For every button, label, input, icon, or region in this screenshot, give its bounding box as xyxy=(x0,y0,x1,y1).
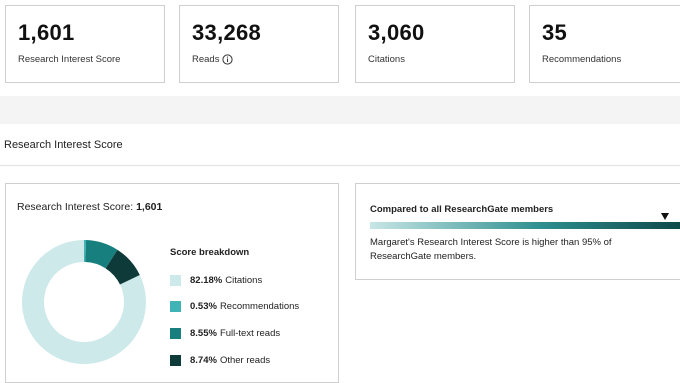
legend-swatch xyxy=(170,301,181,312)
legend-percent: 8.74% xyxy=(190,355,217,366)
stat-label-text: Recommendations xyxy=(542,54,622,65)
stat-card-recommendations: 35 Recommendations xyxy=(529,5,680,83)
score-title-prefix: Research Interest Score: xyxy=(17,201,134,213)
legend-percent: 0.53% xyxy=(190,301,217,312)
legend-percent: 82.18% xyxy=(190,275,223,286)
comparison-card: Compared to all ResearchGate members Mar… xyxy=(355,183,680,280)
divider xyxy=(0,165,680,166)
stat-value: 3,060 xyxy=(368,20,425,45)
score-breakdown-card: Research Interest Score: 1,601 Score bre… xyxy=(5,183,339,383)
section-title: Research Interest Score xyxy=(4,139,123,151)
legend-swatch xyxy=(170,328,181,339)
stat-label: Citations xyxy=(368,54,502,65)
legend-percent: 8.55% xyxy=(190,328,217,339)
legend-item-full-text-reads: 8.55% Full-text reads xyxy=(170,328,280,339)
info-icon[interactable] xyxy=(222,54,234,65)
stat-label-text: Reads xyxy=(192,54,220,65)
stat-label: Recommendations xyxy=(542,54,676,65)
stat-value: 1,601 xyxy=(18,20,75,45)
legend-item-recommendations: 0.53% Recommendations xyxy=(170,301,299,312)
percentile-marker xyxy=(660,213,669,220)
stat-card-research-interest: 1,601 Research Interest Score xyxy=(5,5,165,83)
legend-item-other-reads: 8.74% Other reads xyxy=(170,355,270,366)
comparison-title: Compared to all ResearchGate members xyxy=(370,204,554,215)
breakdown-title: Score breakdown xyxy=(170,247,250,258)
stat-card-reads: 33,268 Reads xyxy=(179,5,339,83)
stat-value: 33,268 xyxy=(192,20,262,45)
legend-label: Recommendations xyxy=(219,301,300,312)
legend-item-citations: 82.18% Citations xyxy=(170,275,262,286)
stat-label-text: Citations xyxy=(368,54,405,65)
section-separator-band xyxy=(0,96,680,124)
legend-swatch xyxy=(170,355,181,366)
stat-value: 35 xyxy=(542,20,568,45)
score-title-value: 1,601 xyxy=(136,201,163,213)
stat-label: Reads xyxy=(192,54,326,65)
score-card-title: Research Interest Score: 1,601 xyxy=(17,201,162,213)
legend-label: Citations xyxy=(225,275,263,286)
stat-card-citations: 3,060 Citations xyxy=(355,5,515,83)
score-donut-chart xyxy=(21,240,146,364)
stat-label-text: Research Interest Score xyxy=(18,54,121,65)
legend-swatch xyxy=(170,275,181,286)
percentile-bar xyxy=(370,213,680,229)
legend-label: Full-text reads xyxy=(219,328,281,339)
stat-label: Research Interest Score xyxy=(18,54,152,65)
comparison-text: Margaret's Research Interest Score is hi… xyxy=(370,237,612,262)
legend-label: Other reads xyxy=(219,355,271,366)
